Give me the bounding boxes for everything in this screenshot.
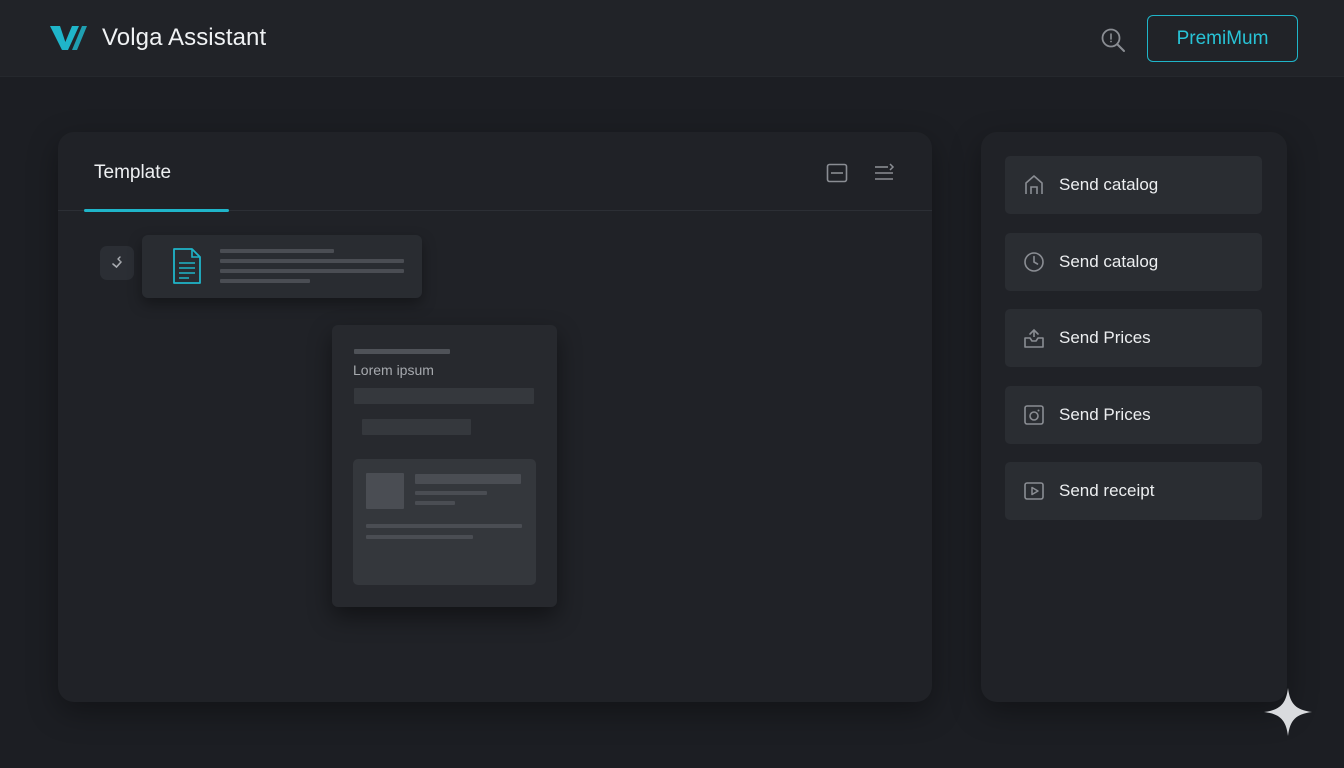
app-name: Volga Assistant — [102, 24, 267, 51]
action-label: Send Prices — [1059, 328, 1151, 347]
clock-icon — [1023, 251, 1045, 273]
premium-button[interactable]: PremiMum — [1147, 15, 1298, 62]
brand[interactable]: Volga Assistant — [48, 20, 266, 56]
action-send-catalog-scheduled[interactable]: Send catalog — [1005, 233, 1262, 291]
placeholder-line — [220, 259, 404, 263]
placeholder-line — [220, 279, 310, 283]
document-chip[interactable] — [142, 235, 422, 298]
placeholder-line — [354, 349, 450, 354]
placeholder-field — [362, 419, 471, 435]
inbox-tray-icon — [1023, 327, 1045, 349]
top-bar: Volga Assistant PremiMum — [0, 0, 1344, 77]
placeholder-line — [415, 501, 455, 505]
v-logo-icon — [50, 26, 87, 50]
preview-inner-card — [353, 459, 536, 585]
list-settings-icon — [875, 163, 895, 180]
panel-tabs: Template — [58, 132, 932, 212]
preview-card[interactable]: Lorem ipsum — [332, 325, 557, 607]
placeholder-line — [366, 524, 522, 528]
action-send-prices-photo[interactable]: Send Prices — [1005, 386, 1262, 444]
placeholder-line — [415, 491, 487, 495]
action-send-receipt[interactable]: Send receipt — [1005, 462, 1262, 520]
action-label: Send catalog — [1059, 175, 1159, 194]
camera-square-icon — [1023, 404, 1045, 426]
drag-handle-button[interactable] — [100, 246, 134, 280]
search-button[interactable] — [1098, 25, 1128, 55]
action-label: Send catalog — [1059, 252, 1159, 271]
placeholder-field — [354, 388, 534, 404]
minimize-button[interactable] — [824, 160, 850, 186]
template-panel: Template Lorem ipsum — [58, 132, 932, 702]
sparkle-icon — [1264, 688, 1312, 736]
action-send-prices[interactable]: Send Prices — [1005, 309, 1262, 367]
active-tab-indicator — [84, 209, 229, 212]
action-label: Send receipt — [1059, 481, 1155, 500]
minimize-icon — [826, 163, 848, 183]
placeholder-line — [220, 249, 334, 253]
action-send-catalog[interactable]: Send catalog — [1005, 156, 1262, 214]
search-icon — [1101, 28, 1125, 52]
home-icon — [1023, 174, 1045, 196]
list-settings-button[interactable] — [871, 160, 897, 186]
placeholder-line — [220, 269, 404, 273]
image-placeholder — [366, 473, 404, 509]
document-icon — [173, 248, 201, 284]
tab-label: Template — [94, 162, 172, 183]
action-label: Send Prices — [1059, 405, 1151, 424]
placeholder-line — [366, 535, 473, 539]
placeholder-line — [415, 474, 521, 484]
preview-title: Lorem ipsum — [353, 362, 434, 378]
quick-actions-panel: Send catalog Send catalog Send Prices Se… — [981, 132, 1287, 702]
tab-template[interactable]: Template — [84, 132, 229, 212]
play-square-icon — [1023, 480, 1045, 502]
drag-handle-icon — [112, 256, 122, 269]
